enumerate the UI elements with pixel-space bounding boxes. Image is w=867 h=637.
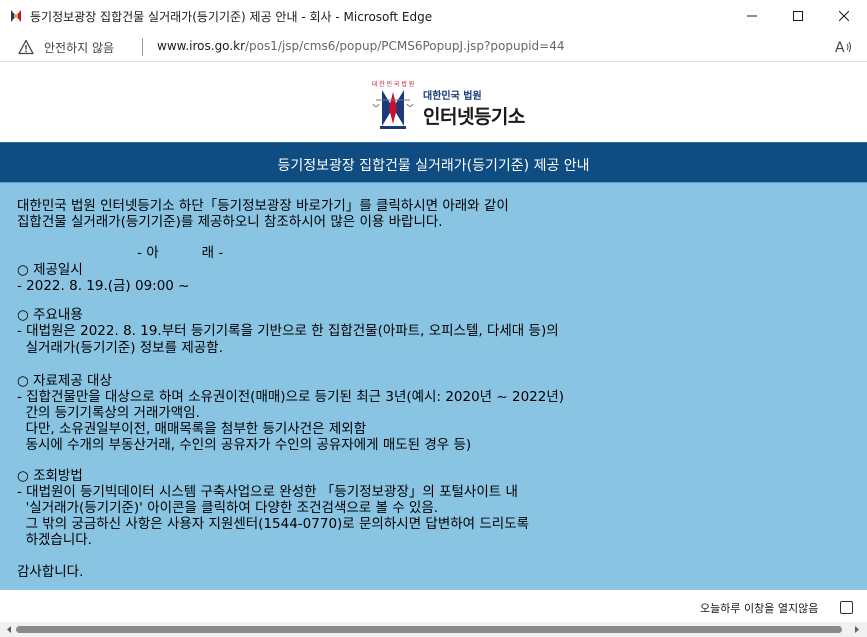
close-icon: [839, 11, 849, 21]
body-line: '실거래가(등기기준)' 아이콘을 클릭하여 다양한 조건검색으로 볼 수 있음…: [17, 500, 439, 516]
body-line: 그 밖의 궁금하신 사항은 사용자 지원센터(1544-0770)로 문의하시면…: [17, 516, 530, 532]
svg-text:A: A: [835, 40, 845, 55]
close-button[interactable]: [821, 0, 867, 32]
body-line: ○ 자료제공 대상: [17, 373, 112, 389]
dont-show-today-checkbox[interactable]: [840, 601, 853, 614]
logo-title: 인터넷등기소: [423, 106, 525, 128]
body-line: - 대법원이 등기빅데이터 시스템 구축사업으로 완성한 「등기정보광장」의 포…: [17, 484, 518, 500]
body-line: - 2022. 8. 19.(금) 09:00 ~: [17, 278, 190, 294]
emblem-lettering: 대 한 민 국 법 원: [372, 80, 415, 88]
body-line: 실거래가(등기기준) 정보를 제공함.: [17, 340, 223, 356]
read-aloud-icon[interactable]: A: [835, 39, 853, 55]
maximize-button[interactable]: [775, 0, 821, 32]
body-line: ○ 조회방법: [17, 468, 83, 484]
body-line: 동시에 수개의 부동산거래, 수인의 공유자가 수인의 공유자에게 매도된 경우…: [17, 437, 472, 453]
minimize-button[interactable]: [729, 0, 775, 32]
scroll-left-icon[interactable]: [4, 624, 14, 635]
body-line: ○ 제공일시: [17, 262, 83, 278]
body-line: 간의 등기기록상의 거래가액임.: [17, 405, 200, 421]
popup-page: 대 한 민 국 법 원 대한민국 법원 인터넷등기소 등기정보광장 집합건물 실…: [0, 62, 867, 637]
horizontal-scrollbar[interactable]: [0, 622, 867, 637]
window-titlebar[interactable]: 등기정보광장 집합건물 실거래가(등기기준) 제공 안내 - 회사 - Micr…: [0, 0, 867, 32]
url-host: www.iros.go.kr: [157, 39, 246, 53]
body-line: 집합건물 실거래가(등기기준)를 제공하오니 참조하시어 많은 이용 바랍니다.: [17, 214, 443, 230]
notice-body: 대한민국 법원 인터넷등기소 하단「등기정보광장 바로가기」를 클릭하시면 아래…: [0, 182, 867, 590]
minimize-icon: [747, 15, 757, 17]
scrollbar-thumb[interactable]: [16, 626, 842, 633]
url-field[interactable]: www.iros.go.kr/pos1/jsp/cms6/popup/PCMS6…: [157, 39, 564, 53]
notice-header: 등기정보광장 집합건물 실거래가(등기기준) 제공 안내: [0, 142, 867, 182]
window-title: 등기정보광장 집합건물 실거래가(등기기준) 제공 안내 - 회사 - Micr…: [30, 10, 433, 24]
maximize-icon: [793, 11, 803, 21]
url-path: /pos1/jsp/cms6/popup/PCMS6PopupJ.jsp?pop…: [245, 39, 565, 53]
warning-icon[interactable]: [18, 39, 34, 55]
logo-area: 대 한 민 국 법 원 대한민국 법원 인터넷등기소: [0, 62, 867, 142]
body-line: - 집합건물만을 대상으로 하며 소유권이전(매매)으로 등기된 최근 3년(예…: [17, 389, 565, 405]
court-emblem-icon: 대 한 민 국 법 원: [372, 80, 415, 129]
body-line: - 대법원은 2022. 8. 19.부터 등기기록을 기반으로 한 집합건물(…: [17, 323, 559, 339]
body-line: 감사합니다.: [17, 564, 84, 580]
address-bar[interactable]: 안전하지 않음 www.iros.go.kr/pos1/jsp/cms6/pop…: [0, 32, 867, 62]
popup-footer: 오늘하루 이창을 열지않음: [0, 591, 867, 621]
body-line: ○ 주요내용: [17, 307, 83, 323]
logo-subtitle: 대한민국 법원: [423, 91, 482, 102]
scroll-right-icon[interactable]: [852, 624, 862, 635]
dont-show-today-label[interactable]: 오늘하루 이창을 열지않음: [700, 600, 818, 616]
notice-title: 등기정보광장 집합건물 실거래가(등기기준) 제공 안내: [277, 158, 590, 174]
court-emblem-icon: [8, 8, 24, 24]
body-line: 대한민국 법원 인터넷등기소 하단「등기정보광장 바로가기」를 클릭하시면 아래…: [17, 198, 509, 214]
body-line: 하겠습니다.: [17, 532, 92, 548]
body-line: 다만, 소유권일부이전, 매매목록을 첨부한 등기사건은 제외함: [17, 421, 367, 437]
not-secure-label[interactable]: 안전하지 않음: [44, 39, 114, 56]
address-separator: [142, 38, 143, 56]
body-line: - 아 래 -: [17, 245, 224, 261]
